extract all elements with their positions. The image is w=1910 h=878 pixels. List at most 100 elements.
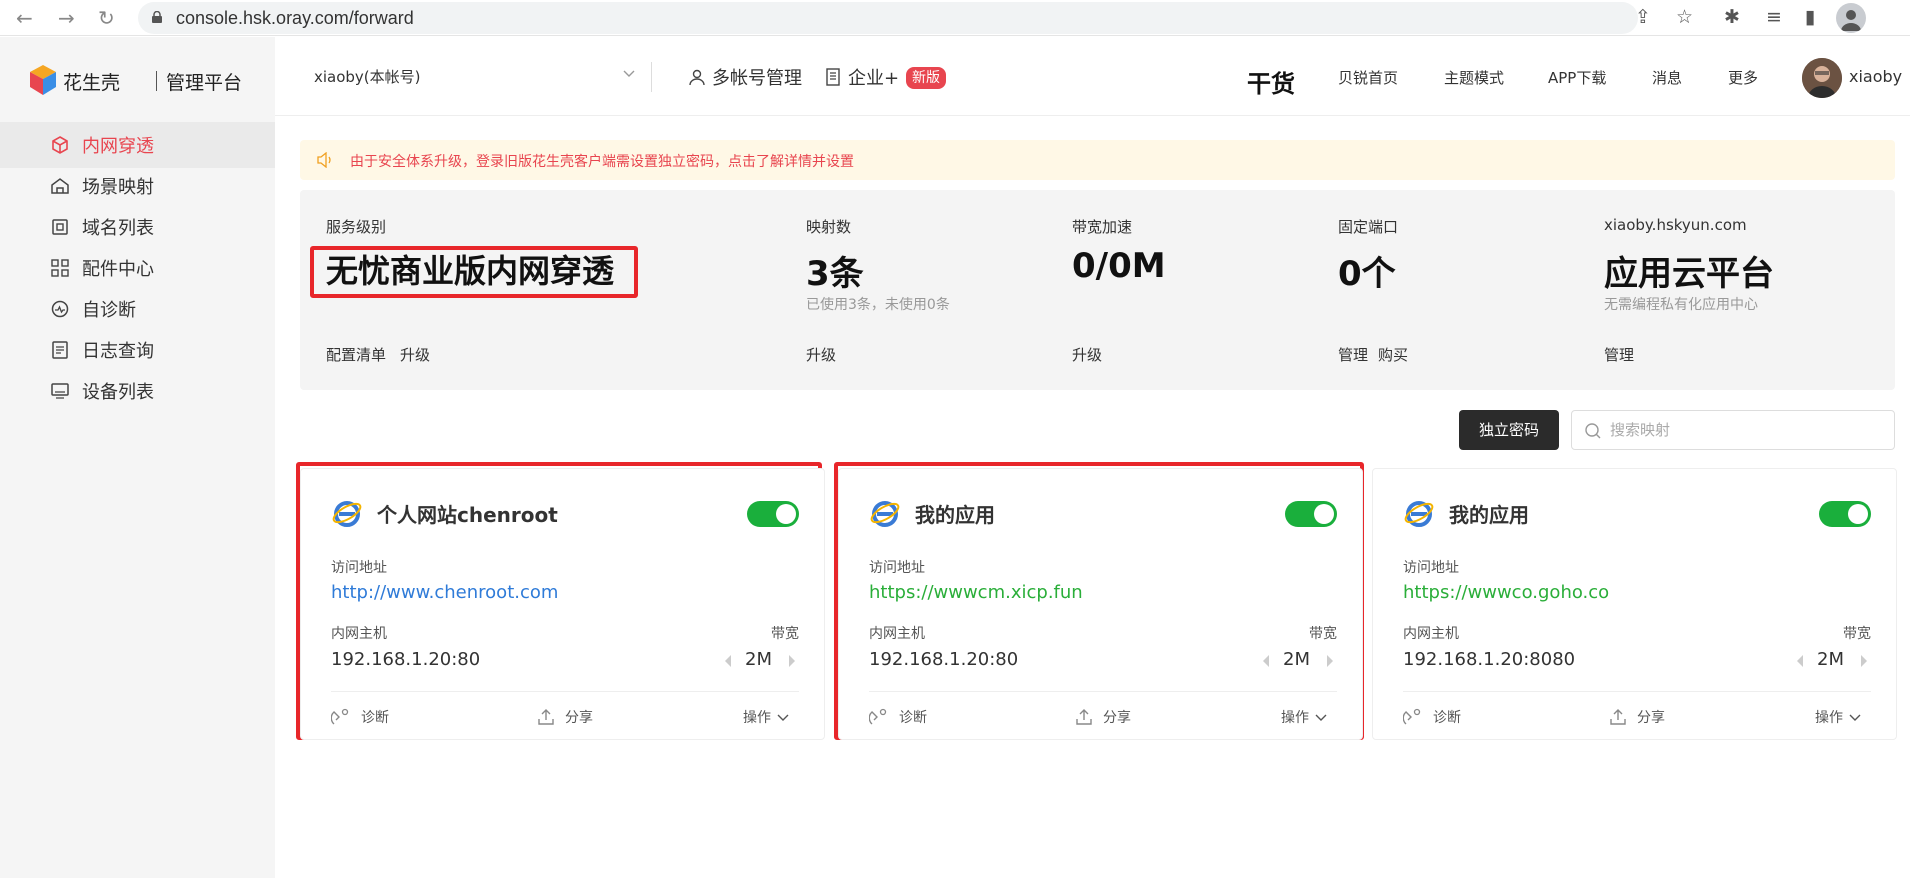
avatar[interactable] bbox=[1802, 58, 1842, 98]
stat-value: 3条 bbox=[806, 254, 864, 294]
nav-more-link[interactable]: 更多 bbox=[1728, 67, 1758, 88]
bandwidth-decrease-icon[interactable] bbox=[1261, 654, 1271, 668]
access-url-link[interactable]: https://wwwco.goho.co bbox=[1403, 582, 1609, 603]
enable-toggle[interactable] bbox=[1285, 501, 1337, 527]
bandwidth-value: 2M bbox=[745, 649, 772, 670]
forward-icon[interactable]: → bbox=[58, 6, 75, 30]
buy-link[interactable]: 购买 bbox=[1378, 344, 1408, 365]
share-icon bbox=[538, 709, 554, 725]
card-title: 我的应用 bbox=[1449, 503, 1529, 527]
manage-link[interactable]: 管理 bbox=[1604, 344, 1634, 365]
operations-dropdown[interactable]: 操作 bbox=[743, 707, 789, 727]
upgrade-link[interactable]: 升级 bbox=[806, 344, 836, 365]
host-label: 内网主机 bbox=[869, 626, 925, 642]
nav-messages-link[interactable]: 消息 bbox=[1652, 67, 1682, 88]
url-label: 访问地址 bbox=[331, 560, 387, 576]
manage-link[interactable]: 管理 bbox=[1338, 344, 1368, 365]
card-title: 个人网站chenroot bbox=[377, 503, 558, 527]
media-icon[interactable]: ≡ bbox=[1766, 6, 1782, 28]
bandwidth-decrease-icon[interactable] bbox=[723, 654, 733, 668]
sidebar-item-accessories[interactable]: 配件中心 bbox=[0, 245, 275, 291]
new-badge: 新版 bbox=[906, 67, 946, 89]
logo-cube-icon bbox=[30, 65, 56, 95]
account-selector[interactable]: xiaoby(本帐号) bbox=[314, 66, 421, 87]
chevron-down-icon bbox=[1315, 714, 1327, 721]
nav-app-download-link[interactable]: APP下载 bbox=[1548, 67, 1606, 88]
stat-subtext: 已使用3条，未使用0条 bbox=[806, 297, 950, 313]
share-icon bbox=[1076, 709, 1092, 725]
diagnose-label: 诊断 bbox=[1433, 710, 1461, 726]
host-label: 内网主机 bbox=[331, 626, 387, 642]
sidebar-item-scene[interactable]: 场景映射 bbox=[0, 163, 275, 209]
mapping-card: 个人网站chenroot 访问地址 http://www.chenroot.co… bbox=[300, 468, 825, 740]
header-border bbox=[275, 115, 1910, 116]
share-button[interactable]: 分享 bbox=[537, 707, 593, 727]
config-list-link[interactable]: 配置清单 bbox=[326, 344, 386, 365]
stat-value: 0个 bbox=[1338, 254, 1396, 294]
bandwidth-increase-icon[interactable] bbox=[1325, 654, 1335, 668]
notice-text: 由于安全体系升级，登录旧版花生壳客户端需设置独立密码，点击了解详情并设置 bbox=[350, 154, 854, 170]
bandwidth-label: 带宽 bbox=[1309, 626, 1337, 642]
upgrade-link[interactable]: 升级 bbox=[400, 344, 430, 365]
search-box bbox=[1571, 410, 1895, 450]
share-button[interactable]: 分享 bbox=[1609, 707, 1665, 727]
grid-icon bbox=[51, 259, 69, 277]
bandwidth-decrease-icon[interactable] bbox=[1795, 654, 1805, 668]
operations-dropdown[interactable]: 操作 bbox=[1281, 707, 1327, 727]
diagnose-button[interactable]: 诊断 bbox=[1403, 707, 1461, 727]
sidebar-item-domains[interactable]: 域名列表 bbox=[0, 204, 275, 250]
operations-dropdown[interactable]: 操作 bbox=[1815, 707, 1861, 727]
stat-label: 固定端口 bbox=[1338, 218, 1399, 236]
logo-subtitle: 管理平台 bbox=[166, 72, 243, 94]
diagnose-button[interactable]: 诊断 bbox=[331, 707, 389, 727]
stat-label: 带宽加速 bbox=[1072, 218, 1133, 236]
profile-icon[interactable] bbox=[1836, 3, 1866, 33]
username[interactable]: xiaoby bbox=[1849, 67, 1902, 86]
sidebar-item-devices[interactable]: 设备列表 bbox=[0, 368, 275, 414]
logo-name: 花生壳 bbox=[63, 72, 121, 94]
access-url-link[interactable]: https://wwwcm.xicp.fun bbox=[869, 582, 1083, 603]
sidepanel-icon[interactable]: ▮ bbox=[1805, 6, 1815, 28]
building-icon bbox=[826, 68, 840, 86]
house-icon bbox=[51, 178, 69, 194]
share-button[interactable]: 分享 bbox=[1075, 707, 1131, 727]
multi-account-link[interactable]: 多帐号管理 bbox=[688, 64, 802, 90]
share-icon bbox=[1610, 709, 1626, 725]
enable-toggle[interactable] bbox=[1819, 501, 1871, 527]
share-label: 分享 bbox=[1637, 710, 1665, 726]
sidebar-item-intranet[interactable]: 内网穿透 bbox=[0, 122, 275, 168]
chevron-down-icon[interactable] bbox=[622, 66, 636, 80]
ie-browser-icon bbox=[870, 501, 900, 527]
sidebar-item-logs[interactable]: 日志查询 bbox=[0, 327, 275, 373]
monitor-icon bbox=[51, 383, 69, 399]
bandwidth-increase-icon[interactable] bbox=[787, 654, 797, 668]
nav-theme-link[interactable]: 主题模式 bbox=[1444, 67, 1504, 88]
operations-label: 操作 bbox=[1815, 710, 1843, 726]
search-input[interactable] bbox=[1610, 417, 1880, 443]
access-url-link[interactable]: http://www.chenroot.com bbox=[331, 582, 558, 603]
security-notice[interactable]: 由于安全体系升级，登录旧版花生壳客户端需设置独立密码，点击了解详情并设置 bbox=[300, 140, 1895, 180]
independent-password-button[interactable]: 独立密码 bbox=[1459, 410, 1559, 450]
bandwidth-increase-icon[interactable] bbox=[1859, 654, 1869, 668]
address-bar[interactable]: console.hsk.oray.com/forward bbox=[138, 2, 1638, 34]
diagnose-icon bbox=[331, 708, 349, 725]
upgrade-link[interactable]: 升级 bbox=[1072, 344, 1102, 365]
url-label: 访问地址 bbox=[1403, 560, 1459, 576]
back-icon[interactable]: ← bbox=[16, 6, 33, 30]
extensions-icon[interactable]: ✱ bbox=[1724, 6, 1740, 28]
brand-mark[interactable]: 干货 bbox=[1247, 64, 1295, 99]
star-icon[interactable]: ☆ bbox=[1676, 6, 1693, 28]
diagnose-button[interactable]: 诊断 bbox=[869, 707, 927, 727]
reload-icon[interactable]: ↻ bbox=[98, 6, 115, 30]
domain-icon bbox=[52, 219, 68, 235]
sidebar-item-label: 设备列表 bbox=[82, 382, 154, 403]
enterprise-link[interactable]: 企业+ bbox=[824, 64, 899, 90]
share-page-icon[interactable]: ⇪ bbox=[1635, 6, 1651, 28]
sidebar-item-diagnose[interactable]: 自诊断 bbox=[0, 286, 275, 332]
bandwidth-value: 2M bbox=[1283, 649, 1310, 670]
bandwidth-label: 带宽 bbox=[771, 626, 799, 642]
card-title: 我的应用 bbox=[915, 503, 995, 527]
enable-toggle[interactable] bbox=[747, 501, 799, 527]
nav-home-link[interactable]: 贝锐首页 bbox=[1338, 67, 1398, 88]
mapping-card: 我的应用 访问地址 https://wwwco.goho.co 内网主机 带宽 … bbox=[1372, 468, 1897, 740]
